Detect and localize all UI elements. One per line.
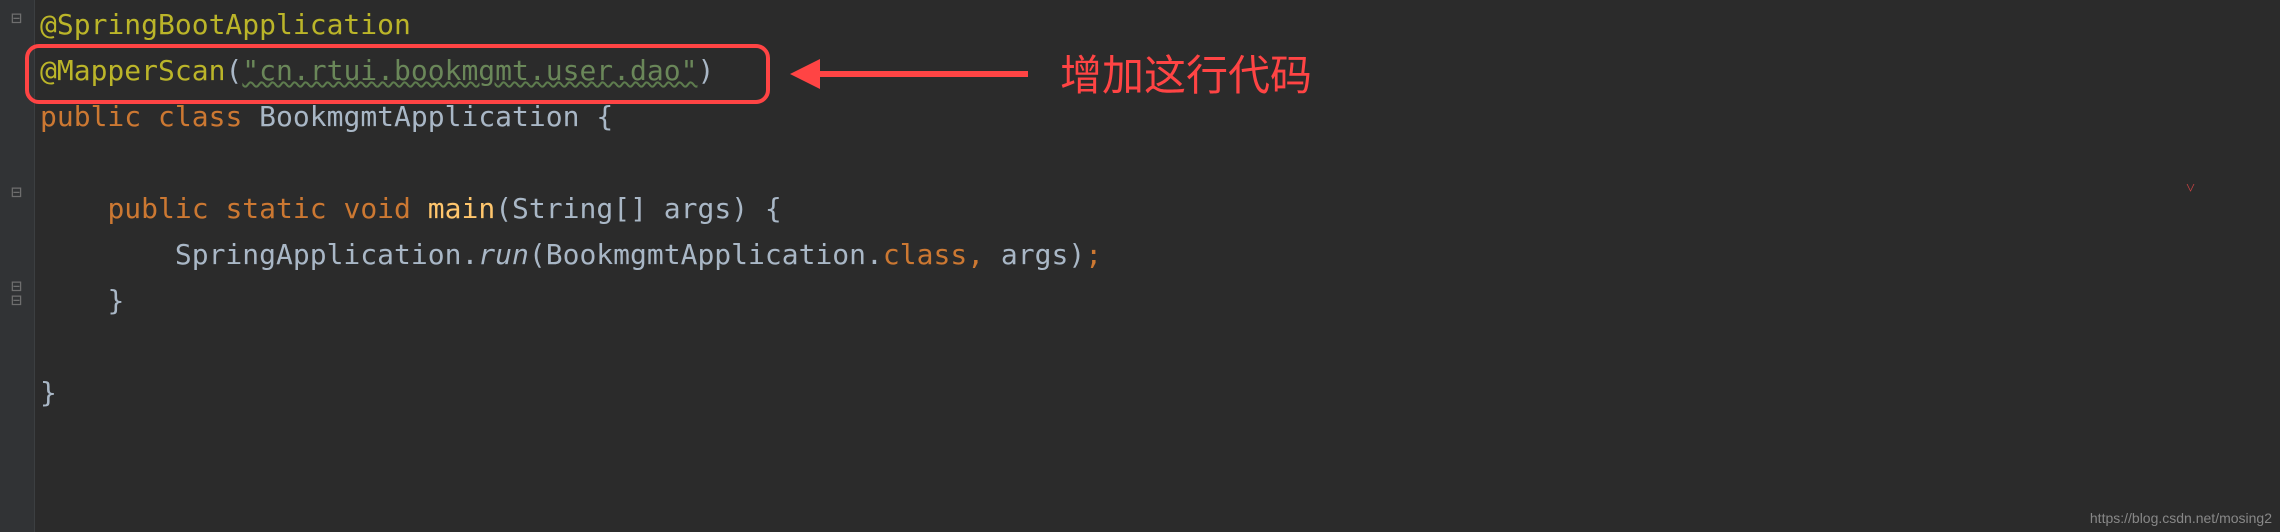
annotation-springboot: @SpringBootApplication bbox=[40, 8, 411, 41]
args: args) bbox=[1001, 238, 1085, 271]
paren: ) bbox=[697, 54, 714, 87]
fold-marker-icon[interactable]: ⊟ bbox=[11, 294, 24, 307]
keyword-void: void bbox=[343, 192, 427, 225]
gutter: ⊟ ⊟ ⊟ ⊟ bbox=[0, 0, 35, 532]
keyword-static: static bbox=[225, 192, 343, 225]
keyword-public: public bbox=[107, 192, 225, 225]
comma: , bbox=[967, 238, 1001, 271]
keyword-public: public bbox=[40, 100, 158, 133]
code-content[interactable]: @SpringBootApplication @MapperScan("cn.r… bbox=[40, 0, 2280, 416]
code-line: } bbox=[40, 278, 2280, 324]
annotation-mapperscan: @MapperScan bbox=[40, 54, 225, 87]
code-line: } bbox=[40, 370, 2280, 416]
code-line-empty bbox=[40, 140, 2280, 186]
keyword-class: class bbox=[158, 100, 259, 133]
dot: . bbox=[461, 238, 478, 271]
semicolon: ; bbox=[1085, 238, 1102, 271]
method-separator-icon: ˅ bbox=[2186, 178, 2195, 198]
class-ref: SpringApplication bbox=[175, 238, 462, 271]
indent bbox=[40, 238, 175, 271]
method-main: main bbox=[428, 192, 495, 225]
indent bbox=[40, 284, 107, 317]
code-line: SpringApplication.run(BookmgmtApplicatio… bbox=[40, 232, 2280, 278]
class-identifier: BookmgmtApplication bbox=[259, 100, 579, 133]
string-literal: "cn.rtui.bookmgmt.user.dao" bbox=[242, 54, 697, 87]
dot: . bbox=[866, 238, 883, 271]
paren: ( bbox=[225, 54, 242, 87]
brace: } bbox=[40, 376, 57, 409]
indent bbox=[40, 192, 107, 225]
paren-args: (BookmgmtApplication bbox=[529, 238, 866, 271]
fold-marker-icon[interactable]: ⊟ bbox=[11, 12, 24, 25]
fold-marker-icon[interactable]: ⊟ bbox=[11, 186, 24, 199]
keyword-class: class bbox=[883, 238, 967, 271]
brace: } bbox=[107, 284, 124, 317]
code-line-empty bbox=[40, 324, 2280, 370]
code-line: public static void main(String[] args) { bbox=[40, 186, 2280, 232]
code-line: @MapperScan("cn.rtui.bookmgmt.user.dao") bbox=[40, 48, 2280, 94]
code-line: @SpringBootApplication bbox=[40, 2, 2280, 48]
method-run: run bbox=[478, 238, 529, 271]
brace: { bbox=[579, 100, 613, 133]
watermark-text: https://blog.csdn.net/mosing2 bbox=[2090, 510, 2272, 526]
code-line: public class BookmgmtApplication { bbox=[40, 94, 2280, 140]
params: (String[] args) { bbox=[495, 192, 782, 225]
code-editor[interactable]: ⊟ ⊟ ⊟ ⊟ @SpringBootApplication @MapperSc… bbox=[0, 0, 2280, 532]
